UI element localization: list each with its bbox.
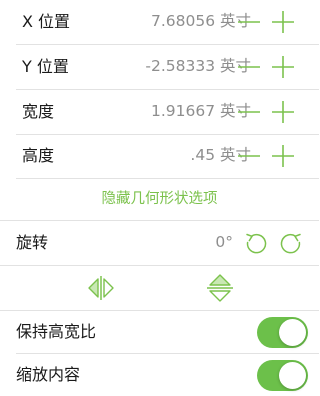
width-row: 宽度 1.91667 英寸 xyxy=(0,90,319,134)
toggle-knob xyxy=(279,362,306,389)
width-label: 宽度 xyxy=(22,102,55,121)
minus-icon xyxy=(238,155,260,157)
scale-content-toggle[interactable] xyxy=(257,360,308,391)
flip-horizontal-button[interactable] xyxy=(87,275,115,301)
y-position-value[interactable]: -2.58333 英寸 xyxy=(145,56,251,76)
scale-content-label: 缩放内容 xyxy=(16,365,81,384)
x-position-row: X 位置 7.68056 英寸 xyxy=(0,0,319,44)
rotation-row: 旋转 0° xyxy=(0,221,319,265)
height-row: 高度 .45 英寸 xyxy=(0,135,319,178)
scale-content-row: 缩放内容 xyxy=(0,354,319,396)
plus-icon xyxy=(272,56,294,78)
height-increment-button[interactable] xyxy=(271,144,295,168)
keep-aspect-ratio-toggle[interactable] xyxy=(257,317,308,348)
rotate-clockwise-icon xyxy=(280,233,301,254)
flip-row xyxy=(0,266,319,310)
geometry-inspector-panel: X 位置 7.68056 英寸 Y 位置 -2.58333 英寸 宽度 1.91… xyxy=(0,0,319,396)
x-position-label: X 位置 xyxy=(22,12,71,31)
width-decrement-button[interactable] xyxy=(237,100,261,124)
minus-icon xyxy=(238,66,260,68)
width-increment-button[interactable] xyxy=(271,100,295,124)
x-position-decrement-button[interactable] xyxy=(237,10,261,34)
toggle-knob xyxy=(279,319,306,346)
rotation-label: 旋转 xyxy=(16,233,49,252)
height-label: 高度 xyxy=(22,146,55,165)
rotate-clockwise-button[interactable] xyxy=(279,231,303,255)
y-position-decrement-button[interactable] xyxy=(237,55,261,79)
rotate-counterclockwise-button[interactable] xyxy=(244,231,268,255)
keep-aspect-ratio-row: 保持高宽比 xyxy=(0,311,319,353)
x-position-value[interactable]: 7.68056 英寸 xyxy=(151,11,251,31)
height-decrement-button[interactable] xyxy=(237,144,261,168)
x-position-increment-button[interactable] xyxy=(271,10,295,34)
plus-icon xyxy=(272,145,294,167)
width-value[interactable]: 1.91667 英寸 xyxy=(151,101,251,121)
y-position-row: Y 位置 -2.58333 英寸 xyxy=(0,45,319,89)
y-position-increment-button[interactable] xyxy=(271,55,295,79)
divider xyxy=(16,178,319,179)
plus-icon xyxy=(272,101,294,123)
minus-icon xyxy=(238,21,260,23)
flip-horizontal-icon xyxy=(88,276,114,300)
plus-icon xyxy=(272,11,294,33)
y-position-label: Y 位置 xyxy=(22,57,69,76)
flip-vertical-button[interactable] xyxy=(206,273,234,303)
hide-geometry-options-link[interactable]: 隐藏几何形状选项 xyxy=(0,189,319,209)
flip-vertical-icon xyxy=(207,274,233,302)
keep-aspect-ratio-label: 保持高宽比 xyxy=(16,322,97,341)
rotation-value[interactable]: 0° xyxy=(215,232,233,252)
rotate-counterclockwise-icon xyxy=(246,233,267,254)
minus-icon xyxy=(238,111,260,113)
